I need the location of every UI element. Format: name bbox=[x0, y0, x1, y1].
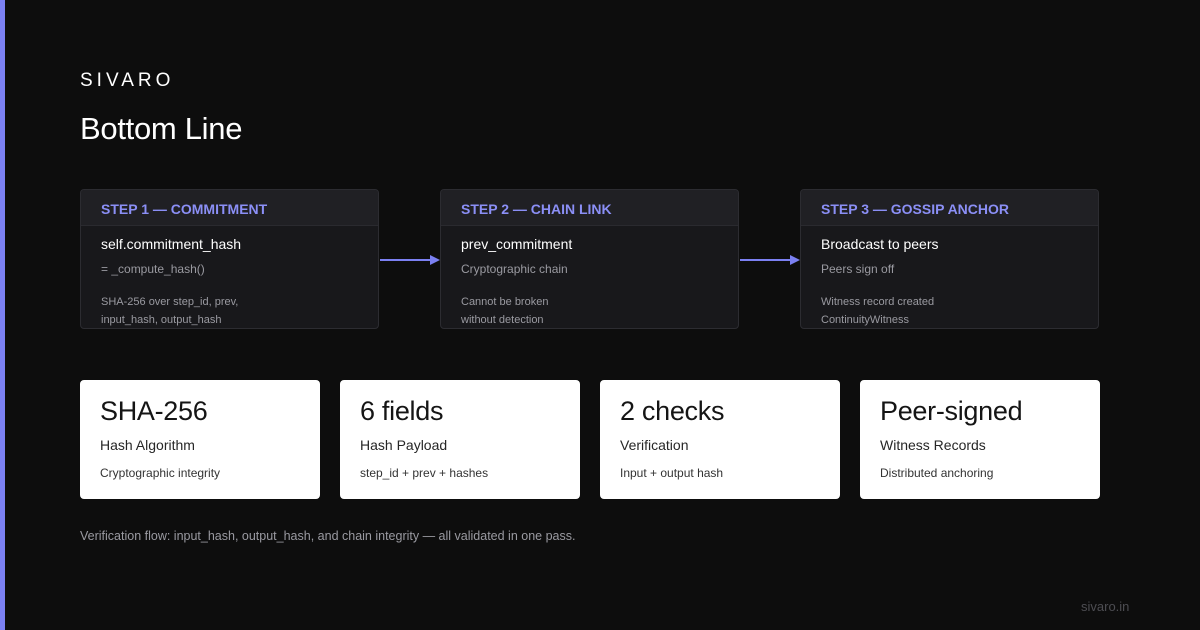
step-header: STEP 2 — CHAIN LINK bbox=[441, 190, 738, 226]
step-sub-text: Cryptographic chain bbox=[461, 262, 568, 276]
stat-label: Hash Algorithm bbox=[100, 437, 195, 453]
step-main-text: prev_commitment bbox=[461, 236, 573, 252]
step-card-chain-link: STEP 2 — CHAIN LINK prev_commitment Cryp… bbox=[440, 189, 739, 329]
stat-card-hash-payload: 6 fields Hash Payload step_id + prev + h… bbox=[340, 380, 580, 499]
stat-value: Peer-signed bbox=[880, 396, 1023, 426]
accent-bar bbox=[0, 0, 5, 630]
step-main-text: Broadcast to peers bbox=[821, 236, 939, 252]
step-note-line: ContinuityWitness bbox=[821, 314, 910, 326]
stat-description: Distributed anchoring bbox=[880, 466, 994, 480]
stat-label: Verification bbox=[620, 437, 689, 453]
site-url: sivaro.in bbox=[1081, 599, 1130, 614]
brand-logo-text: SIVARO bbox=[80, 70, 175, 91]
stat-value: 2 checks bbox=[620, 396, 725, 426]
step-header: STEP 1 — COMMITMENT bbox=[81, 190, 378, 226]
stat-description: Cryptographic integrity bbox=[100, 466, 221, 480]
step-note-line: Witness record created bbox=[821, 296, 935, 308]
stat-label: Hash Payload bbox=[360, 437, 448, 453]
step-sub-text: = _compute_hash() bbox=[101, 262, 205, 276]
stat-label: Witness Records bbox=[880, 437, 986, 453]
stat-description: Input + output hash bbox=[620, 466, 724, 480]
stat-value: SHA-256 bbox=[100, 396, 208, 426]
step-card-commitment: STEP 1 — COMMITMENT self.commitment_hash… bbox=[80, 189, 379, 329]
step-label: STEP 2 — CHAIN LINK bbox=[461, 201, 612, 217]
step-note: Witness record created ContinuityWitness bbox=[821, 293, 935, 328]
step-sub-text: Peers sign off bbox=[821, 262, 895, 276]
step-header: STEP 3 — GOSSIP ANCHOR bbox=[801, 190, 1098, 226]
stat-description: step_id + prev + hashes bbox=[360, 466, 489, 480]
flow-arrow-icon bbox=[740, 255, 800, 265]
stat-card-witness-records: Peer-signed Witness Records Distributed … bbox=[860, 380, 1100, 499]
stat-card-verification: 2 checks Verification Input + output has… bbox=[600, 380, 840, 499]
step-main-text: self.commitment_hash bbox=[101, 236, 242, 252]
stat-card-hash-algorithm: SHA-256 Hash Algorithm Cryptographic int… bbox=[80, 380, 320, 499]
step-note: SHA-256 over step_id, prev, input_hash, … bbox=[101, 293, 239, 328]
step-label: STEP 1 — COMMITMENT bbox=[101, 201, 268, 217]
step-note-line: Cannot be broken bbox=[461, 296, 549, 308]
flow-arrow-icon bbox=[380, 255, 440, 265]
step-card-gossip-anchor: STEP 3 — GOSSIP ANCHOR Broadcast to peer… bbox=[800, 189, 1099, 329]
page-title: Bottom Line bbox=[80, 111, 243, 146]
step-note-line: SHA-256 over step_id, prev, bbox=[101, 296, 239, 308]
stat-value: 6 fields bbox=[360, 396, 444, 426]
step-note-line: without detection bbox=[461, 314, 544, 326]
step-note: Cannot be broken without detection bbox=[461, 293, 549, 328]
step-note-line: input_hash, output_hash bbox=[101, 314, 222, 326]
footnote: Verification flow: input_hash, output_ha… bbox=[80, 529, 576, 543]
step-label: STEP 3 — GOSSIP ANCHOR bbox=[821, 201, 1010, 217]
